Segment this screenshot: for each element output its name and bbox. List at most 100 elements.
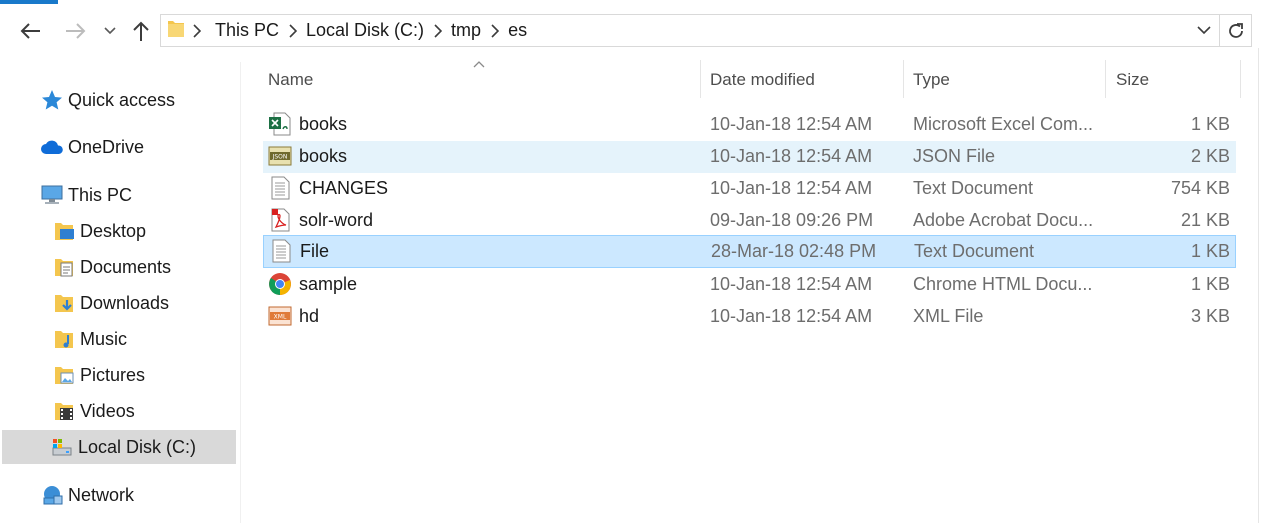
file-row[interactable]: XML hd 10-Jan-18 12:54 AM XML File 3 KB	[263, 301, 1236, 333]
excel-file-icon	[269, 112, 291, 136]
breadcrumb-sep	[193, 23, 201, 38]
sidebar-item-quick-access[interactable]: Quick access	[40, 83, 175, 117]
chevron-down-icon	[104, 27, 116, 35]
chrome-html-icon	[269, 273, 291, 295]
refresh-icon	[1228, 22, 1243, 38]
file-size: 3 KB	[1190, 305, 1230, 326]
back-button[interactable]	[16, 16, 46, 46]
chevron-right-icon	[193, 23, 201, 38]
sidebar-item-label: Quick access	[68, 89, 176, 110]
file-type: Adobe Acrobat Docu...	[913, 209, 1094, 230]
file-size: 1 KB	[1190, 240, 1230, 261]
file-row[interactable]: sample 10-Jan-18 12:54 AM Chrome HTML Do…	[263, 269, 1236, 301]
sidebar-item-videos[interactable]: Videos	[52, 394, 135, 428]
file-row[interactable]: books 10-Jan-18 12:54 AM Microsoft Excel…	[263, 109, 1236, 141]
breadcrumb-this-pc[interactable]: This PC	[215, 20, 279, 41]
folder-icon	[167, 18, 185, 43]
back-arrow-icon	[20, 23, 40, 39]
file-name: hd	[299, 305, 320, 326]
column-header-date-modified[interactable]: Date modified	[710, 62, 900, 98]
network-icon	[40, 483, 64, 507]
sidebar-item-desktop[interactable]: Desktop	[52, 214, 146, 248]
file-row[interactable]: JSON books 10-Jan-18 12:54 AM JSON File …	[263, 141, 1236, 173]
up-arrow-icon	[133, 21, 149, 41]
sidebar-item-network[interactable]: Network	[40, 478, 134, 512]
sidebar-item-documents[interactable]: Documents	[52, 250, 171, 284]
file-date-modified: 10-Jan-18 12:54 AM	[710, 305, 873, 326]
file-name: CHANGES	[299, 177, 389, 198]
json-file-icon: JSON	[268, 146, 292, 166]
sidebar-item-local-disk[interactable]: Local Disk (C:)	[2, 430, 236, 464]
file-name: books	[299, 145, 348, 166]
refresh-button[interactable]	[1220, 14, 1252, 47]
pdf-file-icon	[271, 208, 290, 232]
sidebar-item-onedrive[interactable]: OneDrive	[40, 130, 144, 164]
file-row[interactable]: CHANGES 10-Jan-18 12:54 AM Text Document…	[263, 173, 1236, 205]
svg-text:XML: XML	[274, 314, 287, 321]
file-name: sample	[299, 273, 358, 294]
sidebar-item-label: Videos	[80, 400, 135, 421]
file-name: solr-word	[299, 209, 374, 230]
computer-icon	[40, 183, 64, 207]
sidebar-item-label: Downloads	[80, 292, 170, 313]
file-name: File	[300, 240, 330, 261]
breadcrumb-tmp[interactable]: tmp	[451, 20, 481, 41]
file-date-modified: 10-Jan-18 12:54 AM	[710, 273, 873, 294]
file-date-modified: 10-Jan-18 12:54 AM	[710, 177, 873, 198]
music-folder-icon	[52, 327, 76, 351]
sidebar-item-label: Documents	[80, 256, 172, 277]
window-right-edge	[1258, 48, 1264, 523]
videos-folder-icon	[52, 399, 76, 423]
sidebar-item-downloads[interactable]: Downloads	[52, 286, 169, 320]
recent-locations-button[interactable]	[96, 16, 124, 46]
star-icon	[40, 88, 64, 112]
navigation-bar: This PC Local Disk (C:) tmp es	[0, 0, 1264, 62]
text-file-icon	[272, 239, 291, 263]
breadcrumb-es[interactable]: es	[508, 20, 527, 41]
drive-icon	[50, 435, 74, 459]
file-row[interactable]: solr-word 09-Jan-18 09:26 PM Adobe Acrob…	[263, 205, 1236, 237]
breadcrumb-local-disk[interactable]: Local Disk (C:)	[306, 20, 424, 41]
sidebar-item-pictures[interactable]: Pictures	[52, 358, 145, 392]
file-type: Text Document	[913, 177, 1034, 198]
sidebar-item-label: This PC	[68, 184, 133, 205]
file-row-selected[interactable]: File 28-Mar-18 02:48 PM Text Document 1 …	[263, 235, 1236, 268]
file-date-modified: 09-Jan-18 09:26 PM	[710, 209, 874, 230]
downloads-folder-icon	[52, 291, 76, 315]
sidebar-item-this-pc[interactable]: This PC	[40, 178, 132, 212]
column-header-size[interactable]: Size	[1116, 62, 1236, 98]
chevron-right-icon	[491, 23, 500, 38]
sidebar-item-label: Local Disk (C:)	[78, 436, 197, 457]
svg-text:JSON: JSON	[272, 154, 288, 161]
up-button[interactable]	[126, 16, 156, 46]
file-date-modified: 28-Mar-18 02:48 PM	[711, 240, 877, 261]
desktop-folder-icon	[52, 219, 76, 243]
text-file-icon	[271, 176, 290, 200]
file-size: 21 KB	[1180, 209, 1230, 230]
file-date-modified: 10-Jan-18 12:54 AM	[710, 113, 873, 134]
sidebar-item-label: Desktop	[80, 220, 147, 241]
xml-file-icon: XML	[268, 306, 292, 326]
column-divider[interactable]	[1105, 60, 1106, 98]
chevron-right-icon	[289, 23, 298, 38]
address-bar[interactable]: This PC Local Disk (C:) tmp es	[160, 14, 1220, 47]
file-name: books	[299, 113, 348, 134]
forward-button[interactable]	[60, 16, 90, 46]
chevron-down-icon	[1197, 26, 1211, 35]
file-type: Text Document	[914, 240, 1035, 261]
cloud-icon	[40, 135, 64, 159]
column-divider[interactable]	[1240, 60, 1241, 98]
documents-folder-icon	[52, 255, 76, 279]
column-divider[interactable]	[903, 60, 904, 98]
file-type: Chrome HTML Docu...	[913, 273, 1093, 294]
address-history-dropdown[interactable]	[1189, 15, 1219, 46]
file-size: 2 KB	[1190, 145, 1230, 166]
column-divider[interactable]	[700, 60, 701, 98]
sidebar-item-music[interactable]: Music	[52, 322, 127, 356]
file-date-modified: 10-Jan-18 12:54 AM	[710, 145, 873, 166]
file-size: 754 KB	[1170, 177, 1230, 198]
file-size: 1 KB	[1190, 273, 1230, 294]
file-type: XML File	[913, 305, 984, 326]
column-header-type[interactable]: Type	[913, 62, 1103, 98]
column-header-name[interactable]: Name	[268, 62, 698, 98]
